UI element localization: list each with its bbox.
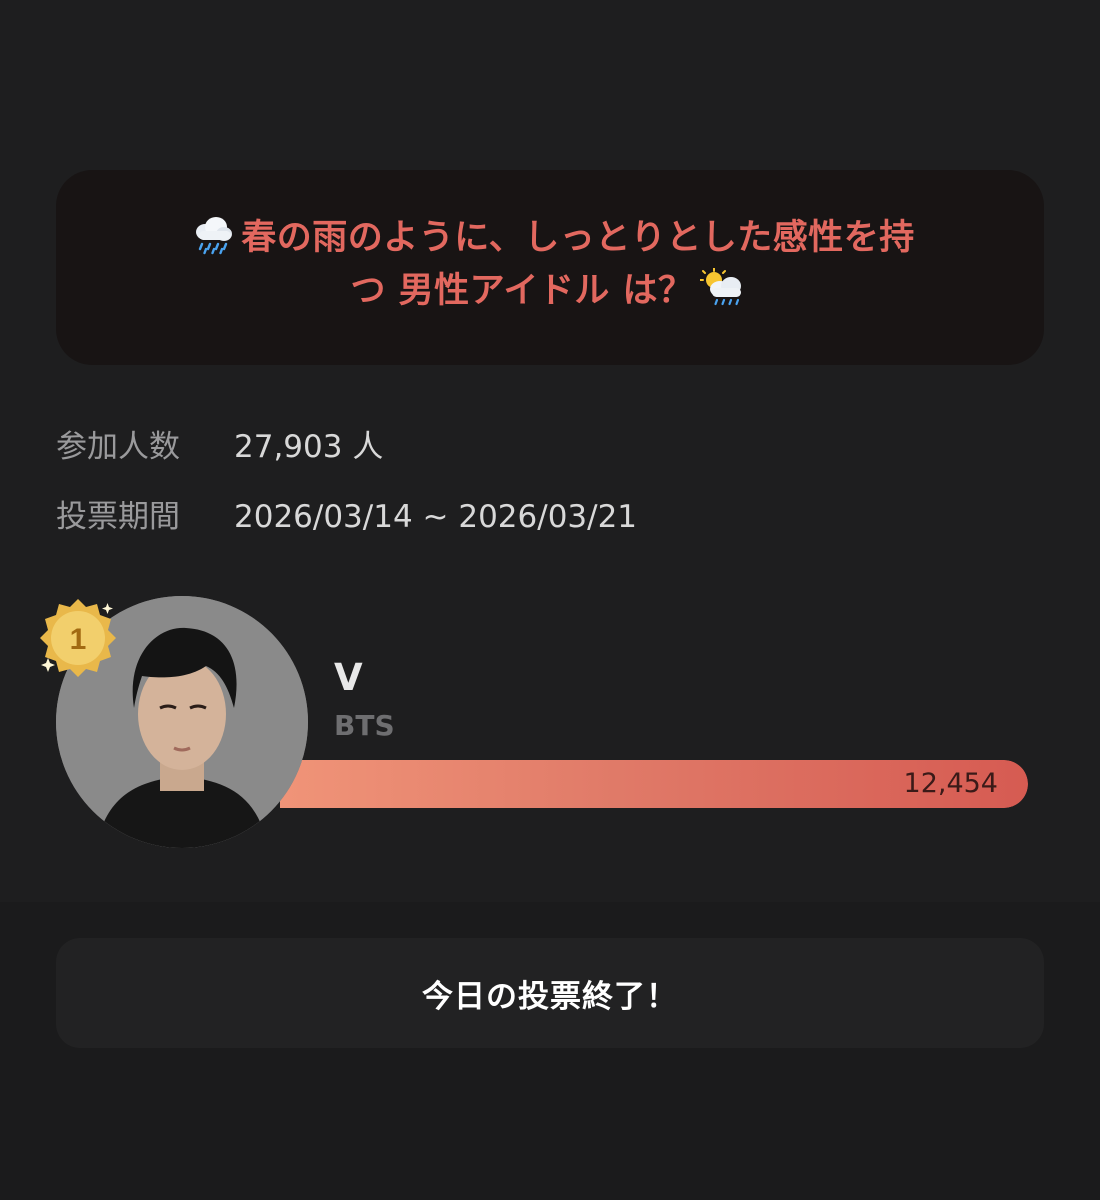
idol-group: BTS [334, 709, 395, 742]
cloud-with-rain-icon [196, 217, 233, 255]
period-value: 2026/03/14 ~ 2026/03/21 [234, 499, 638, 535]
participants-row: 参加人数 27,903 人 [56, 427, 383, 467]
vote-bar: 12,454 [280, 760, 1028, 808]
vote-count: 12,454 [903, 768, 998, 799]
vote-ended-button[interactable]: 今日の投票終了！ [56, 938, 1044, 1048]
rank-number: 1 [70, 623, 87, 656]
question-card: 春の雨のように、しっとりとした感性を持つ 男性アイドル は？ [56, 170, 1044, 365]
participants-label: 参加人数 [56, 429, 180, 465]
participants-value: 27,903 人 [234, 429, 384, 465]
poll-question-line1: 春の雨のように、しっとりとした感性を持 [241, 218, 915, 258]
idol-name: V [334, 656, 363, 699]
period-label: 投票期間 [56, 499, 180, 535]
poll-question-line2: つ 男性アイドル は？ [350, 271, 694, 311]
poll-question: 春の雨のように、しっとりとした感性を持つ 男性アイドル は？ [116, 212, 984, 318]
first-place-medal-icon: 1 [40, 599, 116, 677]
sun-behind-rain-cloud-icon [699, 268, 741, 306]
period-row: 投票期間 2026/03/14 ~ 2026/03/21 [56, 497, 637, 537]
